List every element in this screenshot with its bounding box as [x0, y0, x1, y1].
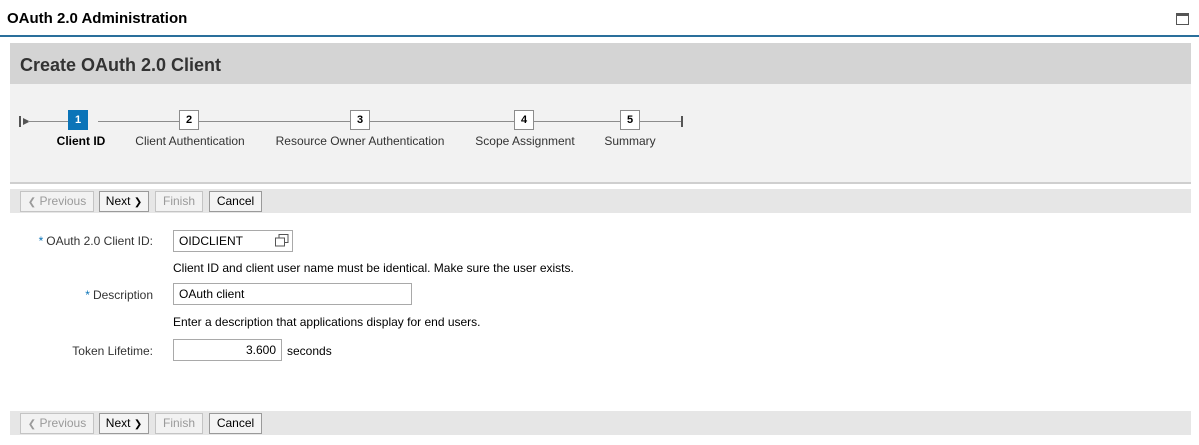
maximize-icon[interactable] [1176, 13, 1189, 25]
required-marker: * [38, 234, 44, 248]
next-button[interactable]: Next ❯ [99, 191, 149, 212]
chevron-right-icon: ❯ [133, 197, 143, 208]
wizard-connector [534, 121, 620, 122]
page-title: Create OAuth 2.0 Client [20, 55, 222, 75]
client-id-label: * OAuth 2.0 Client ID: [20, 234, 153, 248]
chevron-right-icon: ❯ [133, 419, 143, 430]
app-header: OAuth 2.0 Administration [0, 0, 1199, 37]
wizard-step-label-resource-owner-authentication[interactable]: Resource Owner Authentication [276, 134, 445, 148]
description-label: * Description [20, 288, 153, 302]
finish-button-label: Finish [162, 416, 195, 430]
client-id-hint: Client ID and client user name must be i… [173, 261, 574, 275]
chevron-left-icon: ❮ [27, 197, 37, 208]
value-help-icon[interactable] [275, 234, 289, 247]
wizard-start-icon [19, 116, 33, 127]
cancel-button[interactable]: Cancel [209, 413, 262, 434]
token-lifetime-field[interactable]: 3.600 [173, 339, 282, 361]
next-button[interactable]: Next ❯ [99, 413, 149, 434]
wizard-roadmap: 1 2 3 4 5 Client ID Client Authenticatio… [10, 84, 1191, 184]
description-hint: Enter a description that applications di… [173, 315, 481, 329]
finish-button[interactable]: Finish [155, 413, 203, 434]
previous-button[interactable]: ❮ Previous [20, 191, 94, 212]
wizard-step-4[interactable]: 4 [514, 110, 534, 130]
wizard-connector [370, 121, 514, 122]
client-id-label-text: OAuth 2.0 Client ID: [46, 234, 153, 248]
token-lifetime-unit: seconds [287, 344, 332, 358]
chevron-left-icon: ❮ [27, 419, 37, 430]
description-label-text: Description [92, 288, 153, 302]
finish-button[interactable]: Finish [155, 191, 203, 212]
cancel-button[interactable]: Cancel [209, 191, 262, 212]
description-field[interactable]: OAuth client [173, 283, 412, 305]
wizard-end-icon [675, 116, 683, 127]
wizard-step-2[interactable]: 2 [179, 110, 199, 130]
cancel-button-label: Cancel [216, 194, 255, 208]
token-lifetime-label: Token Lifetime: [72, 344, 153, 358]
required-marker: * [85, 288, 90, 302]
wizard-step-label-client-authentication[interactable]: Client Authentication [135, 134, 244, 148]
wizard-connector [640, 121, 677, 122]
wizard-step-3[interactable]: 3 [350, 110, 370, 130]
wizard-step-label-summary[interactable]: Summary [604, 134, 655, 148]
next-button-label: Next [105, 416, 131, 430]
wizard-step-label-client-id[interactable]: Client ID [57, 134, 106, 148]
previous-button[interactable]: ❮ Previous [20, 413, 94, 434]
previous-button-label: Previous [39, 416, 87, 430]
panel-header: Create OAuth 2.0 Client [10, 43, 1191, 84]
previous-button-label: Previous [39, 194, 87, 208]
wizard-step-5[interactable]: 5 [620, 110, 640, 130]
wizard-connector [98, 121, 179, 122]
wizard-connector [199, 121, 350, 122]
wizard-step-1[interactable]: 1 [68, 110, 88, 130]
cancel-button-label: Cancel [216, 416, 255, 430]
next-button-label: Next [105, 194, 131, 208]
app-title: OAuth 2.0 Administration [7, 10, 188, 27]
wizard-toolbar-bottom: ❮ Previous Next ❯ Finish Cancel [10, 411, 1191, 435]
wizard-toolbar-top: ❮ Previous Next ❯ Finish Cancel [10, 189, 1191, 213]
finish-button-label: Finish [162, 194, 195, 208]
wizard-step-label-scope-assignment[interactable]: Scope Assignment [475, 134, 574, 148]
